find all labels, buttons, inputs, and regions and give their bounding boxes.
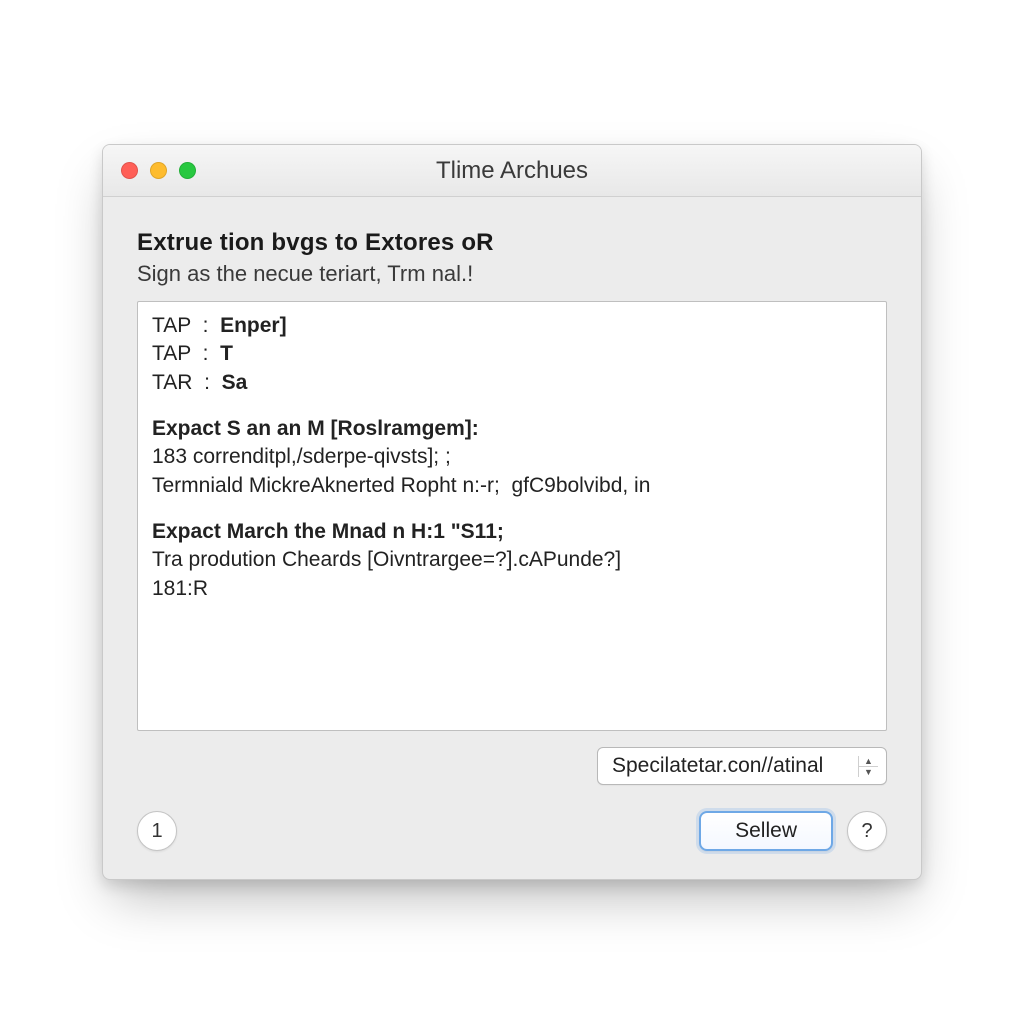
help-icon: ? (861, 820, 872, 843)
output-line: Tra prodution Cheards [Oivntrargee=?].cA… (152, 546, 872, 574)
chevron-down-icon[interactable]: ▼ (859, 767, 878, 777)
primary-action-button[interactable]: Sellew (699, 811, 833, 851)
page-indicator-button[interactable]: 1 (137, 811, 177, 851)
dialog-body: Extrue tion bvgs to Extores oR Sign as t… (103, 197, 921, 879)
destination-select-value: Specilatetar.con//atinal (612, 754, 850, 778)
page-subheading: Sign as the necue teriart, Trm nal.! (137, 261, 887, 287)
output-line: TAP : T (152, 340, 872, 368)
select-stepper[interactable]: ▲ ▼ (858, 756, 878, 777)
destination-select[interactable]: Specilatetar.con//atinal ▲ ▼ (597, 747, 887, 785)
output-block-title: Expact March the Mnad n H:1 "S11; (152, 518, 872, 546)
output-line: TAP : Enper] (152, 312, 872, 340)
output-line: TAR : Sa (152, 369, 872, 397)
page-heading: Extrue tion bvgs to Extores oR (137, 229, 887, 257)
output-line: Termniald MickreAknerted Ropht n:-r; gfC… (152, 472, 872, 500)
zoom-icon[interactable] (179, 162, 196, 179)
output-textbox[interactable]: TAP : Enper] TAP : T TAR : Sa Expact S a… (137, 301, 887, 731)
minimize-icon[interactable] (150, 162, 167, 179)
dialog-window: Tlime Archues Extrue tion bvgs to Extore… (102, 144, 922, 880)
output-line: 183 correnditpl,/sderpe-qivsts]; ; (152, 443, 872, 471)
titlebar[interactable]: Tlime Archues (103, 145, 921, 197)
output-block-title: Expact S an an M [Roslramgem]: (152, 415, 872, 443)
traffic-lights (121, 162, 196, 179)
page-number: 1 (151, 820, 162, 843)
primary-action-label: Sellew (735, 819, 797, 843)
close-icon[interactable] (121, 162, 138, 179)
chevron-up-icon[interactable]: ▲ (859, 756, 878, 767)
help-button[interactable]: ? (847, 811, 887, 851)
output-line: 181:R (152, 575, 872, 603)
window-title: Tlime Archues (103, 157, 921, 185)
